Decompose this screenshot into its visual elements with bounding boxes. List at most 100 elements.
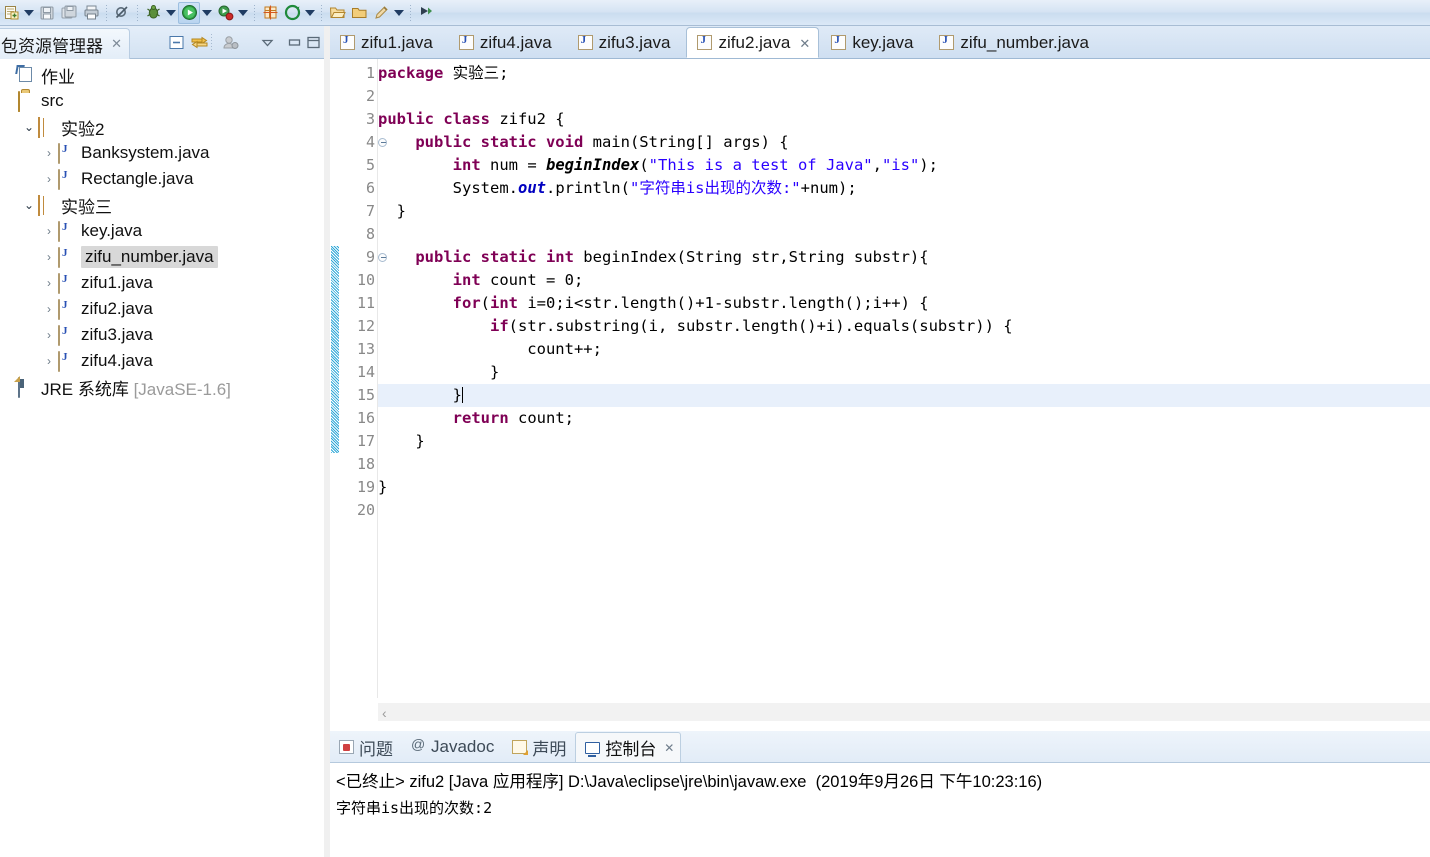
tree-item[interactable]: src: [0, 88, 324, 114]
line-number: 10: [356, 271, 375, 289]
code-line[interactable]: package 实验三;: [378, 62, 1430, 85]
code-editor[interactable]: 1 2 3 4 5 6 7 8 9 10 11 12 13 14 15 16 17 18 19 20 package …: [330, 59, 1430, 731]
editor-tab-zifu_number-java[interactable]: zifu_number.java: [929, 27, 1103, 58]
code-line[interactable]: count++;: [378, 338, 1430, 361]
bottom-tab-problems[interactable]: 问题: [330, 732, 402, 762]
tree-item[interactable]: › key.java: [0, 218, 324, 244]
tree-item[interactable]: 作业: [0, 62, 324, 88]
run-dropdown-arrow[interactable]: [200, 2, 214, 24]
code-line[interactable]: }: [378, 384, 1430, 407]
code-line[interactable]: [378, 223, 1430, 246]
tree-item[interactable]: ⌄ 实验三: [0, 192, 324, 218]
chevron-right-icon[interactable]: ›: [40, 224, 58, 238]
editor-tab-zifu1-java[interactable]: zifu1.java: [330, 27, 447, 58]
scrollbar-track[interactable]: [378, 703, 1430, 721]
tree-item[interactable]: › Banksystem.java: [0, 140, 324, 166]
run-icon[interactable]: [178, 1, 200, 24]
chevron-down-icon[interactable]: ⌄: [20, 120, 38, 134]
code-line[interactable]: public class zifu2 {: [378, 108, 1430, 131]
link-with-editor-icon[interactable]: [190, 33, 209, 52]
javadoc-icon: [411, 736, 426, 755]
editor-area: zifu1.java zifu4.java zifu3.java zifu2.java…: [330, 26, 1430, 731]
tree-item[interactable]: › zifu3.java: [0, 322, 324, 348]
tree-item[interactable]: › zifu_number.java: [0, 244, 324, 270]
save-icon[interactable]: [36, 2, 58, 24]
chevron-right-icon[interactable]: ›: [40, 146, 58, 160]
debug-icon[interactable]: [142, 2, 164, 24]
code-token-plain: count;: [508, 409, 574, 427]
open-task-icon[interactable]: [348, 2, 370, 24]
line-number: 13: [356, 340, 375, 358]
code-line[interactable]: for(int i=0;i<str.length()+1-substr.leng…: [378, 292, 1430, 315]
bottom-tab-console[interactable]: 控制台 ✕: [575, 732, 682, 762]
bottom-tab-declaration[interactable]: 声明: [503, 732, 575, 762]
tree-item[interactable]: › Rectangle.java: [0, 166, 324, 192]
line-number: 17: [356, 432, 375, 450]
chevron-right-icon[interactable]: ›: [40, 302, 58, 316]
new-dropdown-arrow[interactable]: [22, 2, 36, 24]
chevron-right-icon[interactable]: ›: [40, 354, 58, 368]
code-line[interactable]: return count;: [378, 407, 1430, 430]
java-file-icon: [58, 247, 78, 268]
code-line[interactable]: public static void main(String[] args) {: [378, 131, 1430, 154]
close-icon[interactable]: ✕: [799, 36, 810, 52]
java-file-icon-glyph: [58, 143, 60, 164]
tree-item[interactable]: ⌄ 实验2: [0, 114, 324, 140]
tab-package-explorer[interactable]: 包资源管理器 ✕: [0, 28, 130, 59]
code-line[interactable]: System.out.println("字符串is出现的次数:"+num);: [378, 177, 1430, 200]
code-line[interactable]: }: [378, 361, 1430, 384]
new-java-package-icon[interactable]: [259, 2, 281, 24]
code-line[interactable]: int num = beginIndex("This is a test of …: [378, 154, 1430, 177]
toolbar-separator: [106, 4, 107, 21]
editor-tab-key-java[interactable]: key.java: [821, 27, 927, 58]
print-icon[interactable]: [80, 2, 102, 24]
run-external-tools-icon[interactable]: [214, 2, 236, 24]
close-icon[interactable]: ✕: [111, 37, 122, 50]
code-text[interactable]: package 实验三; public class zifu2 { public…: [378, 59, 1430, 699]
search-icon[interactable]: [370, 2, 392, 24]
code-line[interactable]: }: [378, 200, 1430, 223]
chevron-right-icon[interactable]: ›: [40, 328, 58, 342]
tree-item[interactable]: JRE 系统库 [JavaSE-1.6]: [0, 374, 324, 400]
code-line[interactable]: }: [378, 476, 1430, 499]
focus-on-active-task-icon[interactable]: [221, 33, 240, 52]
editor-horizontal-scrollbar[interactable]: ‹: [330, 698, 1430, 731]
code-line[interactable]: [378, 453, 1430, 476]
toggle-breakpoint-icon[interactable]: [111, 2, 133, 24]
code-line[interactable]: [378, 499, 1430, 522]
debug-dropdown-arrow[interactable]: [164, 2, 178, 24]
tree-item[interactable]: › zifu4.java: [0, 348, 324, 374]
code-line[interactable]: [378, 85, 1430, 108]
project-tree[interactable]: 作业src⌄实验2›Banksystem.java›Rectangle.java…: [0, 59, 324, 857]
chevron-right-icon[interactable]: ›: [40, 276, 58, 290]
code-line[interactable]: public static int beginIndex(String str,…: [378, 246, 1430, 269]
maximize-view-icon[interactable]: [304, 33, 323, 52]
tree-item[interactable]: › zifu1.java: [0, 270, 324, 296]
bottom-tab-javadoc[interactable]: Javadoc: [402, 732, 503, 762]
chevron-right-icon[interactable]: ›: [40, 250, 58, 264]
editor-tab-zifu3-java[interactable]: zifu3.java: [568, 27, 685, 58]
code-line[interactable]: int count = 0;: [378, 269, 1430, 292]
editor-tab-zifu2-java[interactable]: zifu2.java ✕: [686, 27, 820, 58]
tree-item[interactable]: › zifu2.java: [0, 296, 324, 322]
minimize-view-icon[interactable]: [285, 33, 304, 52]
open-type-icon[interactable]: [326, 2, 348, 24]
save-all-icon[interactable]: [58, 2, 80, 24]
view-menu-icon[interactable]: [258, 33, 277, 52]
editor-tab-zifu4-java[interactable]: zifu4.java: [449, 27, 566, 58]
scroll-left-arrow[interactable]: ‹: [382, 706, 387, 720]
class-dropdown-arrow[interactable]: [303, 2, 317, 24]
close-icon[interactable]: ✕: [664, 741, 674, 755]
new-wizard-icon[interactable]: [0, 2, 22, 24]
next-annotation-icon[interactable]: [415, 2, 437, 24]
search-dropdown-arrow[interactable]: [392, 2, 406, 24]
chevron-down-icon[interactable]: ⌄: [20, 198, 38, 212]
external-tools-dropdown-arrow[interactable]: [236, 2, 250, 24]
new-java-class-icon[interactable]: [281, 2, 303, 24]
code-line[interactable]: if(str.substring(i, substr.length()+i).e…: [378, 315, 1430, 338]
chevron-right-icon[interactable]: ›: [40, 172, 58, 186]
collapse-all-icon[interactable]: [167, 33, 186, 52]
console-output-area[interactable]: <已终止> zifu2 [Java 应用程序] D:\Java\eclipse\…: [330, 763, 1430, 857]
code-line[interactable]: }: [378, 430, 1430, 453]
